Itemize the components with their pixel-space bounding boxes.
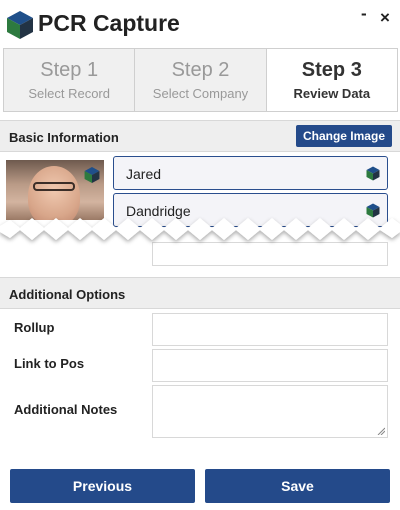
- step-number: Step 1: [40, 59, 99, 81]
- tab-step-3[interactable]: Step 3 Review Data: [266, 49, 397, 111]
- pcr-cube-logo-icon: [7, 11, 33, 39]
- basic-information-header: Basic Information Change Image: [0, 120, 400, 152]
- pcr-cube-badge-icon: [84, 167, 100, 183]
- first-name-value: Jared: [126, 166, 162, 182]
- minimize-button[interactable]: -: [361, 4, 367, 24]
- step-number: Step 3: [301, 59, 362, 81]
- tab-step-1[interactable]: Step 1 Select Record: [4, 49, 136, 111]
- first-name-field[interactable]: Jared: [113, 156, 388, 190]
- change-image-button[interactable]: Change Image: [295, 125, 392, 147]
- tab-step-2[interactable]: Step 2 Select Company: [135, 49, 267, 111]
- app-title: PCR Capture: [38, 10, 180, 36]
- additional-options-header: Additional Options: [0, 277, 400, 309]
- torn-edge-divider: [0, 218, 400, 240]
- pcr-cube-icon: [366, 166, 380, 181]
- section-title: Additional Options: [9, 287, 126, 302]
- save-button[interactable]: Save: [205, 469, 390, 503]
- glasses-image: [33, 182, 75, 191]
- step-subtitle: Select Company: [152, 86, 249, 101]
- link-to-pos-label: Link to Pos: [14, 356, 85, 371]
- header: PCR Capture - ×: [0, 0, 400, 48]
- rollup-input[interactable]: [152, 313, 388, 346]
- link-to-pos-input[interactable]: [152, 349, 388, 382]
- step-number: Step 2: [171, 59, 230, 81]
- additional-notes-textarea[interactable]: [152, 385, 388, 438]
- section-title: Basic Information: [9, 130, 119, 145]
- previous-button[interactable]: Previous: [10, 469, 195, 503]
- rollup-label: Rollup: [14, 320, 55, 335]
- step-subtitle: Select Record: [28, 86, 110, 101]
- close-button[interactable]: ×: [380, 8, 390, 28]
- step-subtitle: Review Data: [293, 86, 371, 101]
- step-tabs: Step 1 Select Record Step 2 Select Compa…: [3, 48, 398, 112]
- resize-grip-icon[interactable]: [377, 427, 385, 435]
- additional-notes-label: Additional Notes: [14, 402, 118, 417]
